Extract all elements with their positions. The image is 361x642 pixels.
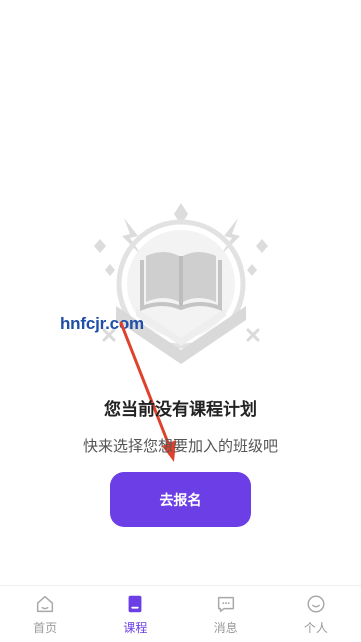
tab-message[interactable]: 消息 (181, 586, 271, 642)
tab-course-label: 课程 (123, 620, 148, 635)
course-icon (128, 595, 142, 612)
course-screen: hnfcjr.com 您当前没有课程计划 快来选择您想要加入的班级吧 去报名 首… (0, 0, 361, 642)
bottom-tab-bar: 首页 课程 消息 个人 (0, 585, 361, 642)
home-icon (37, 595, 54, 612)
empty-book-badge-icon (94, 203, 268, 364)
watermark-text: hnfcjr.com (60, 314, 144, 333)
empty-state-subtitle: 快来选择您想要加入的班级吧 (82, 437, 278, 455)
enroll-button[interactable]: 去报名 (110, 472, 251, 527)
tab-profile[interactable]: 个人 (271, 586, 361, 642)
tab-home-label: 首页 (33, 620, 58, 635)
empty-state-title: 您当前没有课程计划 (104, 400, 257, 420)
tab-message-label: 消息 (213, 620, 238, 635)
message-icon (217, 596, 234, 612)
profile-icon (307, 594, 325, 613)
tab-course[interactable]: 课程 (90, 586, 180, 642)
tab-profile-label: 个人 (303, 620, 328, 635)
tab-home[interactable]: 首页 (0, 586, 90, 642)
